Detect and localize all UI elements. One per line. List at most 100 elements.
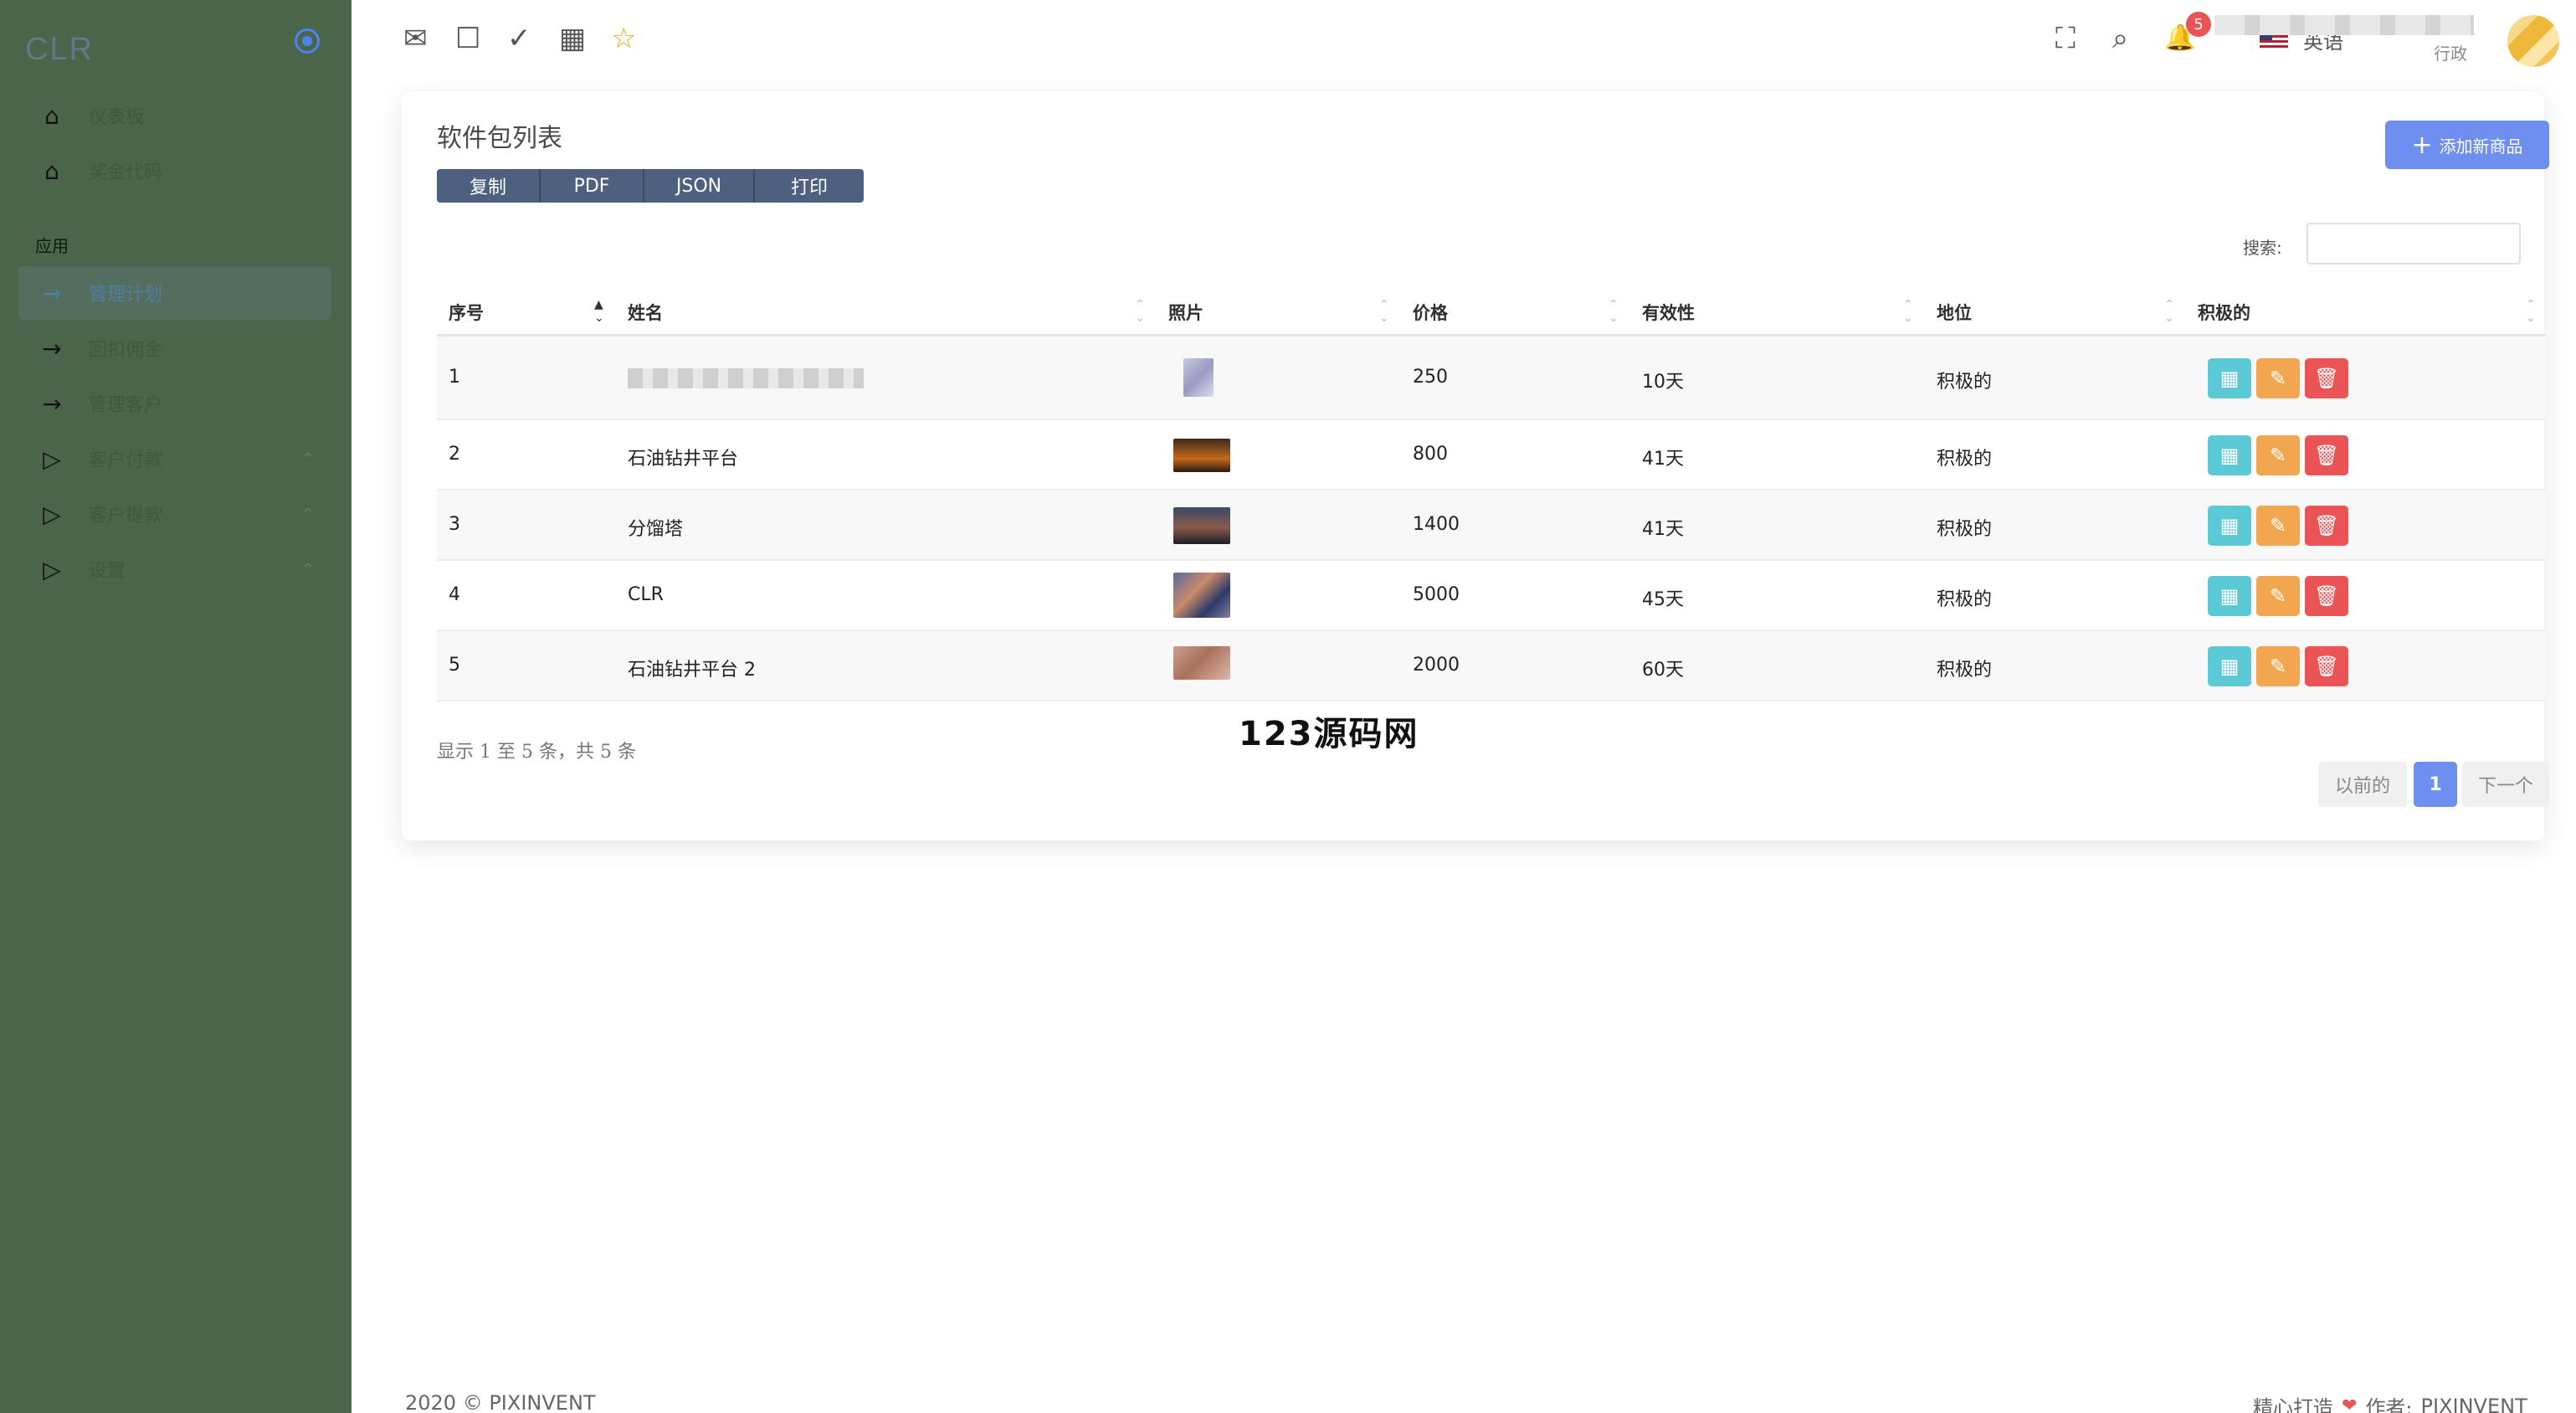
edit-icon[interactable]: ✎ [2256,435,2300,475]
arrow-right-icon: → [42,389,62,418]
add-new-item-button[interactable]: + 添加新商品 [2385,121,2549,169]
pagination-prev-button[interactable]: 以前的 [2318,762,2407,807]
json-button[interactable]: JSON [644,169,755,203]
trash-icon[interactable]: 🗑 [2305,358,2348,398]
sidebar-item-manage-plans[interactable]: → 管理计划 [18,266,331,320]
column-header-photo[interactable]: 照片 [1168,300,1203,325]
calendar-icon[interactable]: ▦ [2208,646,2251,686]
cell-price: 5000 [1413,584,1460,605]
cell-validity: 41天 [1642,519,1684,540]
cell-name: CLR [628,584,664,605]
trash-icon[interactable]: 🗑 [2305,506,2348,546]
watermark: 123源码网 [1239,715,1419,753]
mail-icon[interactable]: ✉ [403,22,428,55]
calendar-icon[interactable]: ▦ [2208,358,2251,398]
user-role: 行政 [2434,44,2467,64]
sidebar-item-dashboard[interactable]: ⌂ 仪表板 [18,89,331,142]
package-table: 序号 ▲ ⌄ 姓名 ⌃ ⌄ 照片 ⌃ ⌄ 价格 ⌃ ⌄ 有效性 ⌃ ⌄ 地位 ⌃ ⌄ 积极的… [437,286,2546,701]
sort-icon[interactable]: ⌃ ⌄ [1379,298,1389,325]
column-header-status[interactable]: 地位 [1937,300,1972,325]
notification-badge: 5 [2186,12,2211,37]
sidebar-item-customer-withdrawals[interactable]: ▷ 客户提款 ⌃ [18,487,331,541]
cell-status: 积极的 [1937,660,1993,681]
table-row: 3 分馏塔 1400 41天 积极的 ▦ ✎ 🗑 [437,491,2546,561]
play-icon: ▷ [43,444,61,473]
chat-icon[interactable]: ☐ [455,22,480,55]
search-icon[interactable]: ⌕ [2112,22,2128,55]
sidebar-item-customer-payments[interactable]: ▷ 客户付款 ⌃ [18,432,331,486]
avatar[interactable] [2507,15,2559,67]
sidebar-item-bonus-code[interactable]: ⌂ 奖金代码 [18,144,331,198]
sort-icon[interactable]: ⌃ ⌄ [2526,298,2536,325]
row-actions: ▦ ✎ 🗑 [2208,506,2353,546]
cell-name-blurred [628,368,864,388]
home-icon: ⌂ [44,157,59,185]
table-info: 显示 1 至 5 条，共 5 条 [437,742,636,763]
arrow-right-icon: → [42,279,62,307]
calendar-icon[interactable]: ▦ [559,22,586,55]
pagination-page-1[interactable]: 1 [2414,762,2457,807]
column-header-active[interactable]: 积极的 [2198,300,2250,325]
trash-icon[interactable]: 🗑 [2305,576,2348,616]
column-header-name[interactable]: 姓名 [628,300,663,325]
pdf-button[interactable]: PDF [541,169,644,203]
sort-icon[interactable]: ⌃ ⌄ [1135,298,1145,325]
sidebar-item-manage-customers[interactable]: → 管理客户 [18,377,331,430]
cell-price: 250 [1413,367,1448,388]
arrow-right-icon: → [42,334,62,362]
top-navbar: ✉ ☐ ✓ ▦ ☆ 英语 ⛶ ⌕ 🔔 5 行政 [352,0,2576,84]
package-list-card: 软件包列表 复制 PDF JSON 打印 + 添加新商品 搜索: 序号 ▲ ⌄ 姓… [402,92,2549,840]
cell-validity: 45天 [1642,589,1684,610]
chevron-up-icon: ⌃ [300,504,315,524]
cell-price: 800 [1413,444,1448,465]
play-icon: ▷ [43,555,61,583]
package-photo [1173,646,1230,680]
footer-author-label: 作者: [2365,1396,2413,1413]
copy-button[interactable]: 复制 [437,169,541,203]
cell-id: 1 [449,367,460,388]
calendar-icon[interactable]: ▦ [2208,506,2251,546]
sort-icon[interactable]: ▲ ⌄ [594,298,604,325]
sort-icon[interactable]: ⌃ ⌄ [1903,298,1913,325]
column-header-price[interactable]: 价格 [1413,300,1448,325]
calendar-icon[interactable]: ▦ [2208,435,2251,475]
edit-icon[interactable]: ✎ [2256,506,2300,546]
sidebar-item-rebate-commission[interactable]: → 回扣佣金 [18,321,331,375]
brand-logo[interactable]: CLR [25,32,94,68]
sidebar: CLR ⌂ 仪表板 ⌂ 奖金代码 应用 → 管理计划 → 回扣佣金 → 管理客户… [0,0,352,1413]
table-row: 1 250 10天 积极的 ▦ ✎ 🗑 [437,337,2546,420]
search-input[interactable] [2307,223,2521,265]
sort-icon[interactable]: ⌃ ⌄ [2164,298,2174,325]
fullscreen-icon[interactable]: ⛶ [2055,22,2076,55]
sidebar-toggle-icon[interactable] [295,28,320,54]
cell-name: 石油钻井平台 [628,449,739,470]
edit-icon[interactable]: ✎ [2256,358,2300,398]
edit-icon[interactable]: ✎ [2256,646,2300,686]
chevron-up-icon: ⌃ [300,559,315,579]
sidebar-item-label: 回扣佣金 [89,340,163,361]
footer-author[interactable]: PIXINVENT [2421,1395,2527,1413]
pagination-next-button[interactable]: 下一个 [2462,762,2549,807]
edit-icon[interactable]: ✎ [2256,576,2300,616]
sort-icon[interactable]: ⌃ ⌄ [1609,298,1619,325]
user-name-blurred[interactable] [2214,15,2474,35]
column-header-id[interactable]: 序号 [449,300,484,325]
column-header-validity[interactable]: 有效性 [1642,300,1695,325]
todo-check-icon[interactable]: ✓ [507,22,531,55]
trash-icon[interactable]: 🗑 [2305,646,2348,686]
table-row: 4 CLR 5000 45天 积极的 ▦ ✎ 🗑 [437,561,2546,631]
cell-id: 3 [449,514,460,535]
chevron-up-icon: ⌃ [300,449,315,469]
star-icon[interactable]: ☆ [611,22,636,55]
calendar-icon[interactable]: ▦ [2208,576,2251,616]
cell-status: 积极的 [1937,589,1993,610]
sidebar-item-settings[interactable]: ▷ 设置 ⌃ [18,542,331,596]
row-actions: ▦ ✎ 🗑 [2208,435,2353,475]
sidebar-item-label: 客户付款 [89,450,163,471]
trash-icon[interactable]: 🗑 [2305,435,2348,475]
cell-id: 4 [449,584,460,605]
home-icon: ⌂ [44,101,59,130]
print-button[interactable]: 打印 [755,169,864,203]
play-icon: ▷ [43,500,61,528]
package-photo [1173,507,1230,544]
